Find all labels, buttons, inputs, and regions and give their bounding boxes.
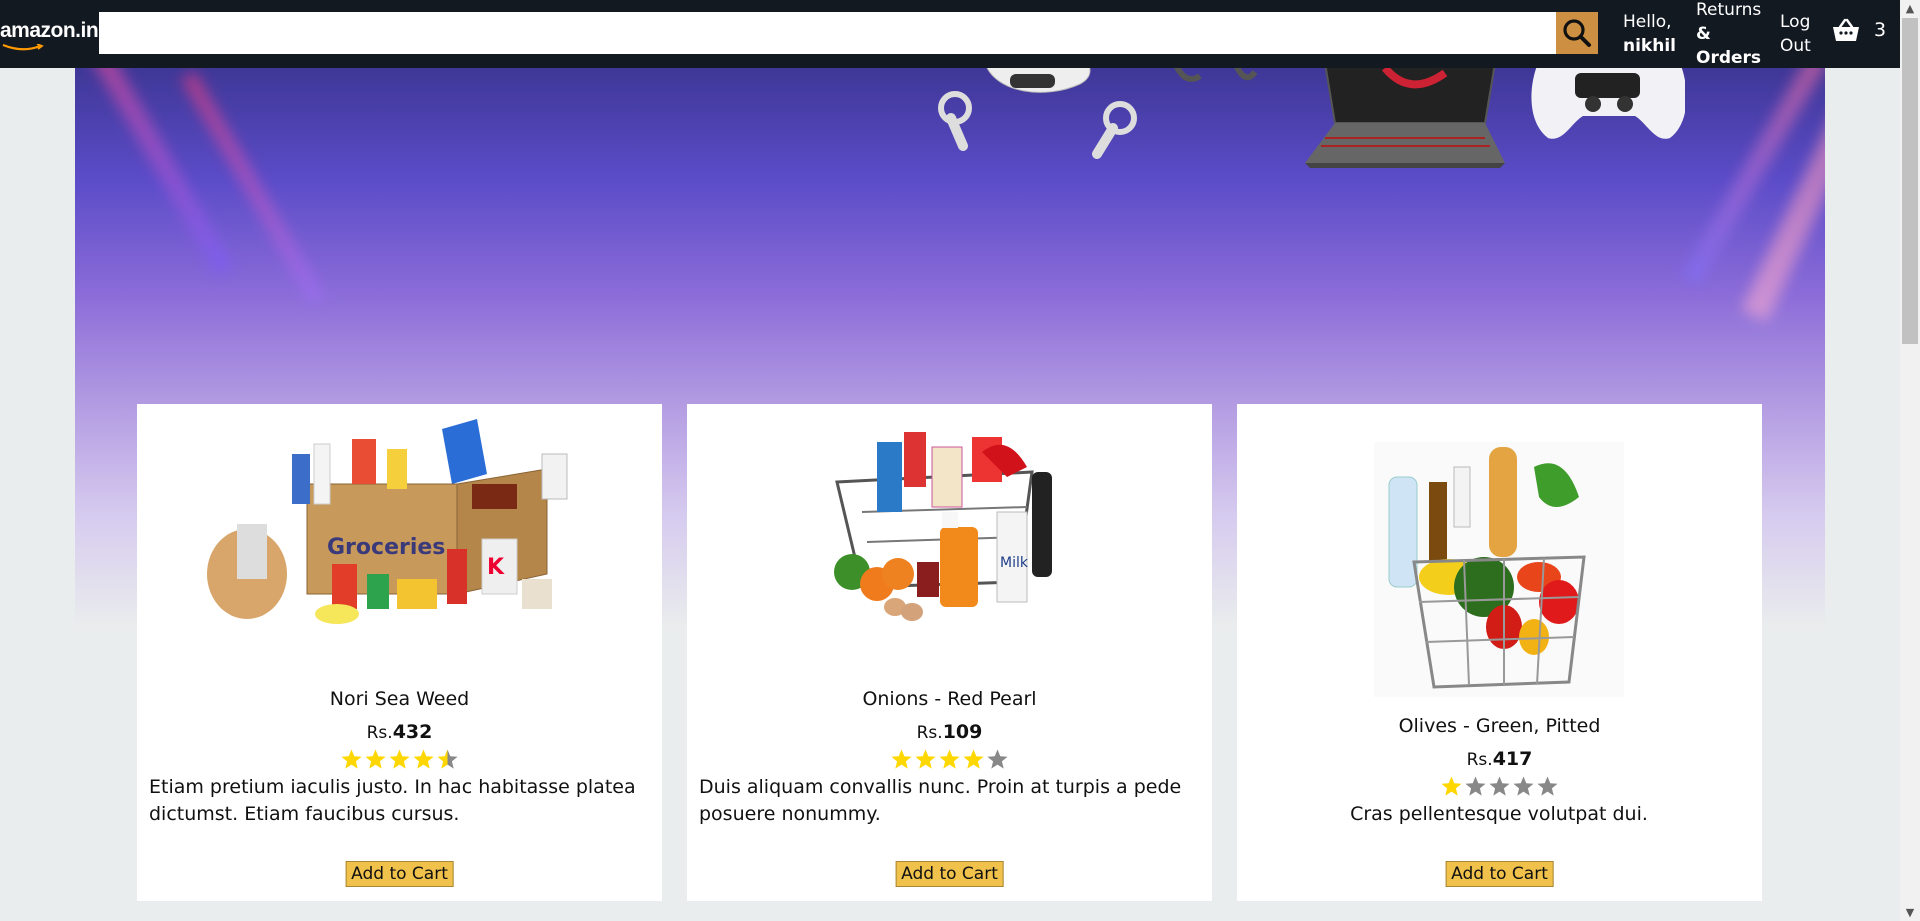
page-scrollbar[interactable]: ▲ ▼ [1900,0,1920,921]
product-rating [687,748,1212,771]
basket-icon [1833,18,1859,41]
star-empty-icon [1513,776,1534,796]
smile-icon [2,44,44,51]
basket-count: 3 [1874,19,1887,41]
product-rating [1237,775,1762,798]
search-input[interactable] [99,12,1556,54]
product-title: Onions - Red Pearl [862,688,1037,710]
product-description: Etiam pretium iaculis justo. In hac habi… [149,776,636,825]
product-description: Cras pellentesque volutpat dui. [1350,803,1648,825]
star-empty-icon [1465,776,1486,796]
basket-link[interactable]: 3 [1832,18,1886,42]
returns-label: Returns [1696,0,1762,20]
greeting-line: Hello, [1623,12,1672,32]
account-greeting[interactable]: Hello, nikhil [1623,10,1676,58]
star-filled-icon [891,749,912,769]
username: nikhil [1623,36,1676,56]
star-filled-icon [915,749,936,769]
amazon-logo[interactable]: amazon.in [0,14,99,54]
product-card: Olives - Green, Pitted Rs.417 Cras pelle… [1237,404,1762,901]
product-price: Rs.417 [1237,748,1762,770]
electronics-banner-image [938,68,1685,168]
svg-text:Groceries: Groceries [327,535,445,560]
star-empty-icon [987,749,1008,769]
svg-text:Milk: Milk [1000,555,1029,571]
star-empty-icon [1489,776,1510,796]
star-half-icon [437,749,458,769]
logout-line2: Out [1780,36,1811,56]
currency-label: Rs. [1466,750,1493,770]
product-price: Rs.109 [687,721,1212,743]
search-icon [1563,19,1591,47]
price-value: 432 [392,721,433,743]
search-button[interactable] [1556,12,1598,54]
star-filled-icon [939,749,960,769]
add-to-cart-button[interactable]: Add to Cart [895,861,1004,887]
groceries-box-image: Groceries K [207,419,568,624]
scroll-down-arrow-icon[interactable]: ▼ [1900,904,1920,921]
star-filled-icon [1441,776,1462,796]
scroll-up-arrow-icon[interactable]: ▲ [1900,0,1920,17]
scrollbar-thumb[interactable] [1902,18,1918,344]
star-filled-icon [341,749,362,769]
product-description: Duis aliquam convallis nunc. Proin at tu… [699,776,1182,825]
svg-text:K: K [487,555,505,580]
product-rating [137,748,662,771]
returns-orders-link[interactable]: Returns & Orders [1696,0,1761,70]
product-price: Rs.432 [137,721,662,743]
star-filled-icon [389,749,410,769]
star-filled-icon [413,749,434,769]
product-title: Nori Sea Weed [329,688,470,710]
currency-label: Rs. [916,723,943,743]
ampersand-label: & [1696,24,1711,44]
product-title: Olives - Green, Pitted [1398,715,1601,737]
product-card: Milk Onions - Red Pearl Rs.109 Duis aliq… [687,404,1212,901]
logout-link[interactable]: Log Out [1780,10,1811,58]
price-value: 417 [1492,748,1533,770]
logout-line1: Log [1780,12,1811,32]
add-to-cart-button[interactable]: Add to Cart [345,861,454,887]
star-empty-icon [1537,776,1558,796]
currency-label: Rs. [366,723,393,743]
top-nav-bar: amazon.in Hello, nikhil Returns & Orders… [0,0,1900,68]
vegetable-basket-image [1374,442,1624,697]
add-to-cart-button[interactable]: Add to Cart [1445,861,1554,887]
star-filled-icon [365,749,386,769]
price-value: 109 [942,721,983,743]
grocery-cart-image: Milk [834,432,1052,621]
orders-label: Orders [1696,48,1762,68]
star-filled-icon [963,749,984,769]
product-card: Groceries K Nori Sea Weed Rs.432 Etiam p… [137,404,662,901]
